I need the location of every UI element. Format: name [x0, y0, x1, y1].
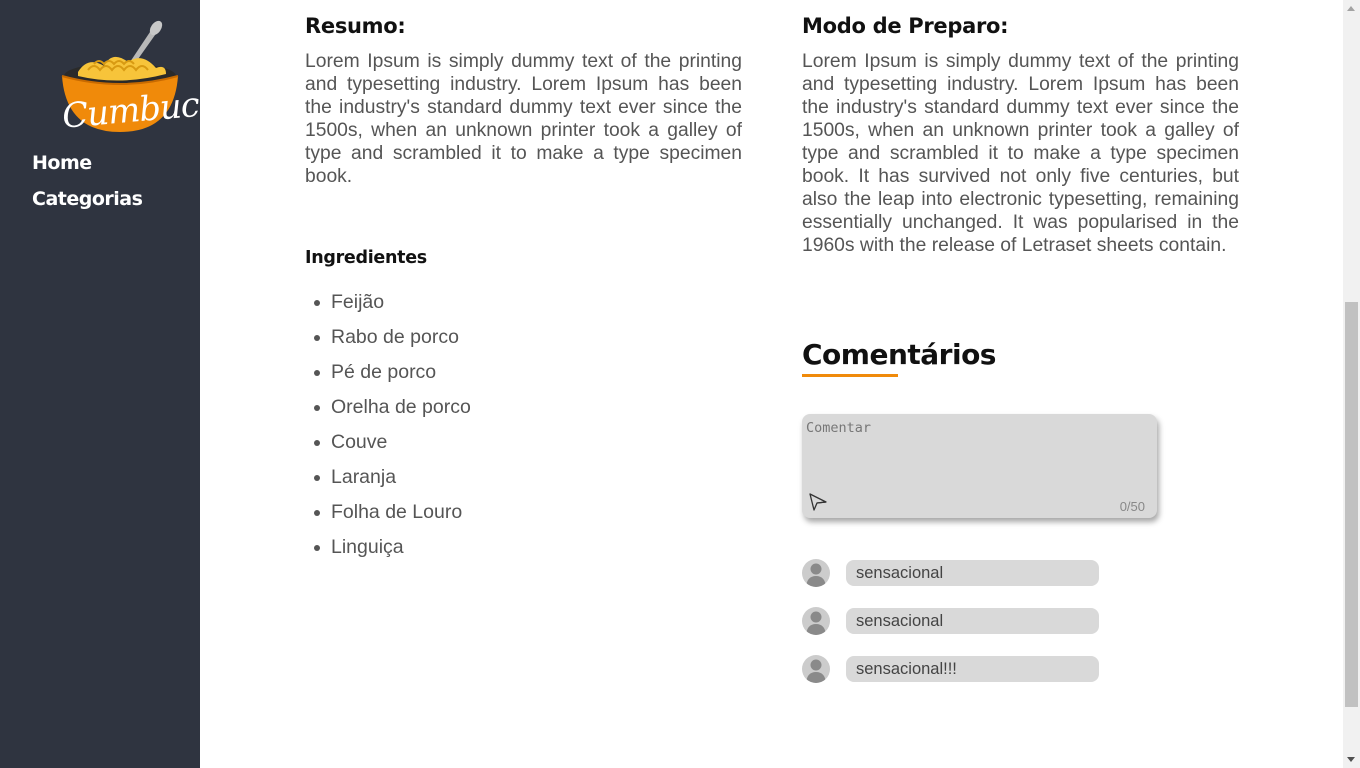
ingredient-item: Folha de Louro: [305, 500, 471, 535]
ingredient-item: Feijão: [305, 290, 471, 325]
user-avatar-icon: [802, 655, 830, 683]
comments-underline: [802, 374, 898, 377]
ingredientes-list: Feijão Rabo de porco Pé de porco Orelha …: [305, 290, 471, 570]
page-scrollbar[interactable]: [1343, 0, 1360, 768]
send-icon[interactable]: [808, 492, 828, 512]
modo-preparo-title: Modo de Preparo:: [802, 14, 1009, 38]
sidebar: Cumbuca Home Categorias: [0, 0, 220, 768]
ingredientes-title: Ingredientes: [305, 248, 427, 268]
scrollbar-thumb[interactable]: [1345, 302, 1358, 707]
scroll-up-icon[interactable]: [1347, 6, 1355, 11]
sidebar-item-categorias[interactable]: Categorias: [32, 188, 143, 210]
ingredient-item: Linguiça: [305, 535, 471, 570]
sidebar-item-home[interactable]: Home: [32, 152, 92, 174]
ingredient-item: Couve: [305, 430, 471, 465]
resumo-title: Resumo:: [305, 14, 406, 38]
ingredient-item: Rabo de porco: [305, 325, 471, 360]
comment-text: sensacional: [846, 560, 1099, 586]
scroll-down-icon[interactable]: [1347, 757, 1355, 762]
modo-preparo-text: Lorem Ipsum is simply dummy text of the …: [802, 51, 1239, 256]
comments-title: Comentários: [802, 338, 996, 371]
char-counter: 0/50: [1119, 499, 1145, 514]
ingredient-item: Orelha de porco: [305, 395, 471, 430]
cumbuca-logo[interactable]: Cumbuca: [58, 20, 220, 137]
resumo-text: Lorem Ipsum is simply dummy text of the …: [305, 51, 742, 187]
ingredient-item: Laranja: [305, 465, 471, 500]
comment-text: sensacional!!!: [846, 656, 1099, 682]
comment-input[interactable]: [802, 414, 1157, 518]
user-avatar-icon: [802, 607, 830, 635]
user-avatar-icon: [802, 559, 830, 587]
comment-text: sensacional: [846, 608, 1099, 634]
ingredient-item: Pé de porco: [305, 360, 471, 395]
comment-box: 0/50: [802, 414, 1157, 518]
